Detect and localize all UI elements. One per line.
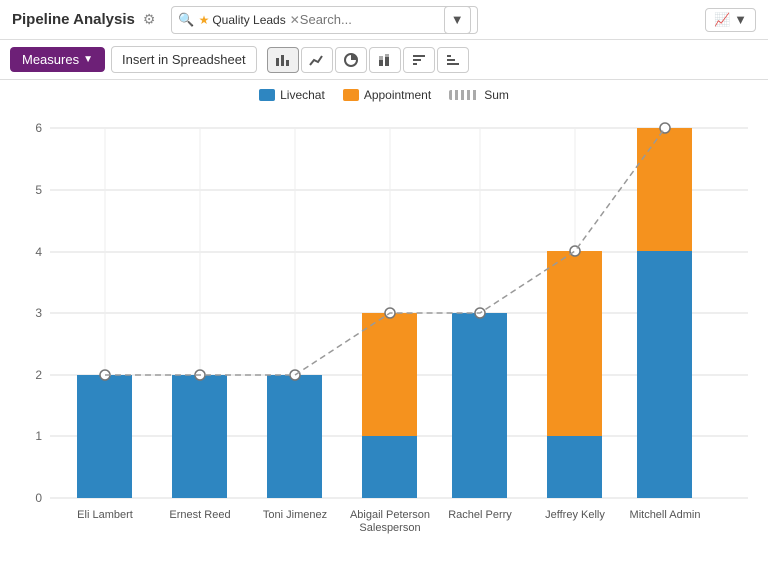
stacked-bar-btn[interactable] [369, 47, 401, 73]
svg-text:4: 4 [35, 245, 42, 259]
appointment-color-swatch [343, 89, 359, 101]
livechat-label: Livechat [280, 88, 325, 102]
bar-chart-btn[interactable] [267, 47, 299, 73]
svg-text:1: 1 [35, 429, 42, 443]
bar-jeffrey-appt [547, 251, 602, 436]
svg-text:5: 5 [35, 183, 42, 197]
xlabel-jeffrey: Jeffrey Kelly [545, 509, 605, 521]
sum-label: Sum [484, 88, 509, 102]
dot-mitchell [660, 123, 670, 133]
dot-jeffrey [570, 246, 580, 256]
bar-jeffrey-livechat [547, 436, 602, 498]
toolbar: Measures ▼ Insert in Spreadsheet [0, 40, 768, 80]
line-chart-btn[interactable] [301, 47, 333, 73]
legend-livechat: Livechat [259, 88, 325, 102]
sort-asc-btn[interactable] [403, 47, 435, 73]
search-bar: 🔍 ★ Quality Leads ✕ ▼ [171, 6, 477, 34]
chart-type-group [267, 47, 469, 73]
sort-desc-btn[interactable] [437, 47, 469, 73]
insert-spreadsheet-button[interactable]: Insert in Spreadsheet [111, 46, 257, 73]
bar-abigail-livechat [362, 436, 417, 498]
svg-text:2: 2 [35, 368, 42, 382]
search-input[interactable] [300, 12, 440, 27]
page-title: Pipeline Analysis [12, 11, 135, 28]
bar-chart-svg: 0 1 2 3 4 5 6 [10, 108, 758, 538]
bar-mitchell-livechat [637, 251, 692, 498]
xlabel-toni: Toni Jimenez [263, 509, 327, 521]
header: Pipeline Analysis ⚙ 🔍 ★ Quality Leads ✕ … [0, 0, 768, 40]
xlabel-ernest: Ernest Reed [169, 509, 230, 521]
bar-eli-livechat [77, 375, 132, 498]
xlabel-rachel: Rachel Perry [448, 509, 512, 521]
filter-tag: ★ Quality Leads ✕ [199, 13, 300, 27]
bar-toni-livechat [267, 375, 322, 498]
pie-chart-btn[interactable] [335, 47, 367, 73]
xlabel-mitchell: Mitchell Admin [630, 509, 701, 521]
search-dropdown-btn[interactable]: ▼ [444, 6, 471, 34]
view-toggle-btn[interactable]: 📈 ▼ [705, 8, 756, 32]
sum-pattern-swatch [449, 90, 479, 100]
star-icon: ★ [199, 13, 210, 27]
xlabel-abigail-sub: Salesperson [359, 522, 420, 534]
appointment-label: Appointment [364, 88, 431, 102]
chart-legend: Livechat Appointment Sum [10, 88, 758, 102]
bar-abigail-appt [362, 313, 417, 436]
legend-sum: Sum [449, 88, 509, 102]
xlabel-eli: Eli Lambert [77, 509, 133, 521]
search-icon: 🔍 [178, 12, 194, 28]
filter-tag-label: Quality Leads [212, 13, 285, 27]
bar-mitchell-appt [637, 128, 692, 251]
svg-text:3: 3 [35, 306, 42, 320]
legend-appointment: Appointment [343, 88, 431, 102]
gear-icon[interactable]: ⚙ [143, 11, 156, 28]
svg-text:6: 6 [35, 121, 42, 135]
bar-ernest-livechat [172, 375, 227, 498]
livechat-color-swatch [259, 89, 275, 101]
measures-label: Measures [22, 52, 79, 67]
remove-filter-icon[interactable]: ✕ [290, 13, 300, 27]
svg-text:0: 0 [35, 491, 42, 505]
bar-rachel-livechat [452, 313, 507, 498]
measures-arrow: ▼ [83, 54, 93, 65]
measures-button[interactable]: Measures ▼ [10, 47, 105, 72]
xlabel-abigail: Abigail Peterson [350, 509, 430, 521]
chart-area: Livechat Appointment Sum 0 [0, 80, 768, 538]
